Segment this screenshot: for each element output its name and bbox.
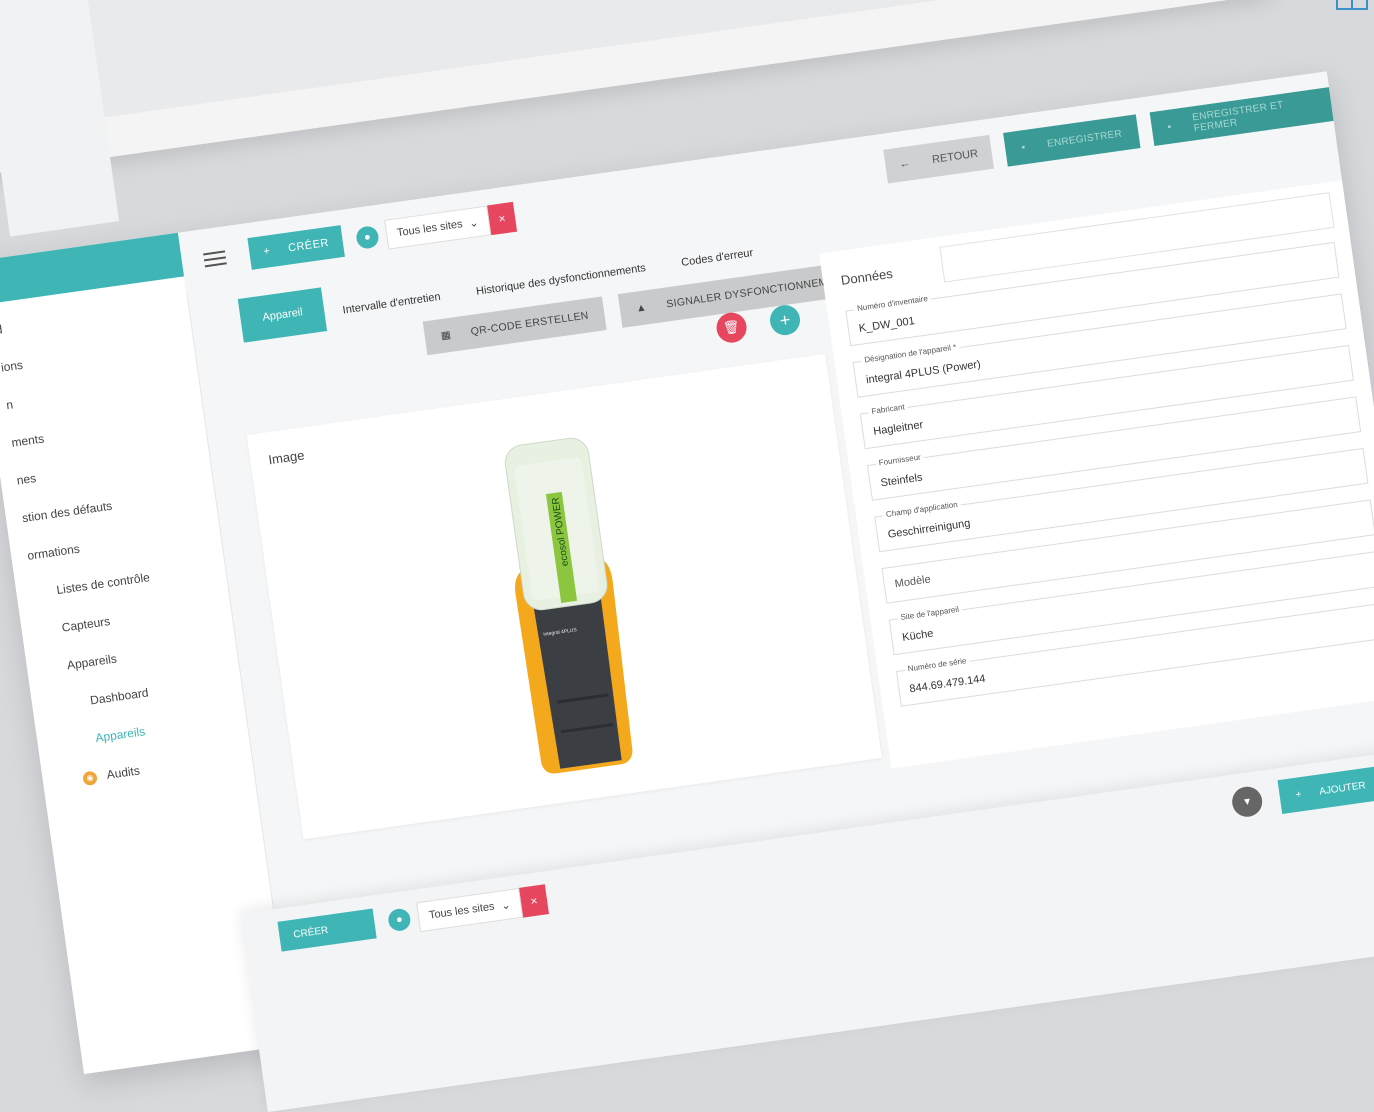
add-label: AJOUTER xyxy=(1318,779,1367,798)
tab-device[interactable]: Appareil xyxy=(237,287,328,343)
image-card-title: Image xyxy=(267,447,306,468)
add-button[interactable]: + AJOUTER xyxy=(1277,766,1374,814)
field-value: K_DW_001 xyxy=(858,315,916,335)
warning-icon: ▲ xyxy=(635,301,648,315)
lower-create-label: CRÉER xyxy=(292,924,329,941)
site-select-value: Tous les sites xyxy=(396,218,464,240)
product-image: ecosol POWER integral 4PLUS xyxy=(504,437,633,774)
field-value: Hagleitner xyxy=(872,418,924,438)
trash-icon: 🗑 xyxy=(722,318,741,336)
image-card: Image ecosol POWER integral 4PLUS xyxy=(246,353,882,840)
field-label: Numéro de série xyxy=(904,655,970,674)
site-select[interactable]: Tous les sites ⌄ xyxy=(384,205,492,250)
data-card: Données Numéro d'inventaire K_DW_001 Dés… xyxy=(819,180,1374,769)
floppy-disk-icon: ▪ xyxy=(1020,141,1027,153)
delete-image-button[interactable]: 🗑 xyxy=(714,310,749,345)
field-placeholder: Modèle xyxy=(894,573,932,591)
back-label: RETOUR xyxy=(931,147,979,167)
location-pin-icon: ● xyxy=(354,225,380,250)
arrow-left-icon: ← xyxy=(898,157,912,171)
filter-icon[interactable]: ▼ xyxy=(1230,784,1265,819)
audits-badge-icon: ◉ xyxy=(82,770,98,787)
location-pin-icon: ● xyxy=(386,907,412,933)
chevron-down-icon: ⌄ xyxy=(500,898,512,913)
data-card-title: Données xyxy=(840,265,894,288)
floppy-disk-icon: ▪ xyxy=(1166,121,1173,133)
window-corner-icon xyxy=(1336,0,1368,10)
plus-icon: + xyxy=(262,245,272,259)
sidebar-menu: d ions n ments nes stion des défauts orm… xyxy=(0,276,254,802)
create-button[interactable]: + CRÉER xyxy=(247,225,345,270)
plus-icon: + xyxy=(1294,788,1303,801)
lower-clear-site-button[interactable]: × xyxy=(519,884,550,918)
field-label: Fabricant xyxy=(867,401,909,417)
sidebar-item-label: Audits xyxy=(105,763,141,782)
save-label: ENREGISTRER xyxy=(1046,127,1123,150)
field-value: 844.69.479.144 xyxy=(908,672,987,696)
chevron-down-icon: ⌄ xyxy=(468,216,480,230)
field-value: integral 4PLUS (Power) xyxy=(865,358,982,387)
hamburger-icon[interactable] xyxy=(203,246,228,271)
lower-site-select[interactable]: Tous les sites ⌄ xyxy=(416,887,524,933)
field-label: Site de l'appareil xyxy=(896,604,963,623)
create-label: CRÉER xyxy=(287,236,330,255)
site-select-value: Tous les sites xyxy=(428,900,496,922)
field-value: Steinfels xyxy=(879,471,924,490)
plus-icon: + xyxy=(778,309,792,331)
qr-label: QR-CODE ERSTELLEN xyxy=(470,309,590,338)
field-value: Geschirreinigung xyxy=(887,517,972,541)
field-label: Numéro d'inventaire xyxy=(853,293,932,314)
add-image-button[interactable]: + xyxy=(768,303,802,338)
field-label: Fournisseur xyxy=(875,452,925,468)
lower-create-button[interactable]: CRÉER xyxy=(277,908,377,952)
clear-site-button[interactable]: × xyxy=(487,201,518,236)
qr-code-icon: ▦ xyxy=(440,328,452,343)
field-label: Champ d'application xyxy=(882,499,962,520)
field-label: Désignation de l'appareil * xyxy=(860,342,960,365)
field-value: Küche xyxy=(901,627,935,644)
